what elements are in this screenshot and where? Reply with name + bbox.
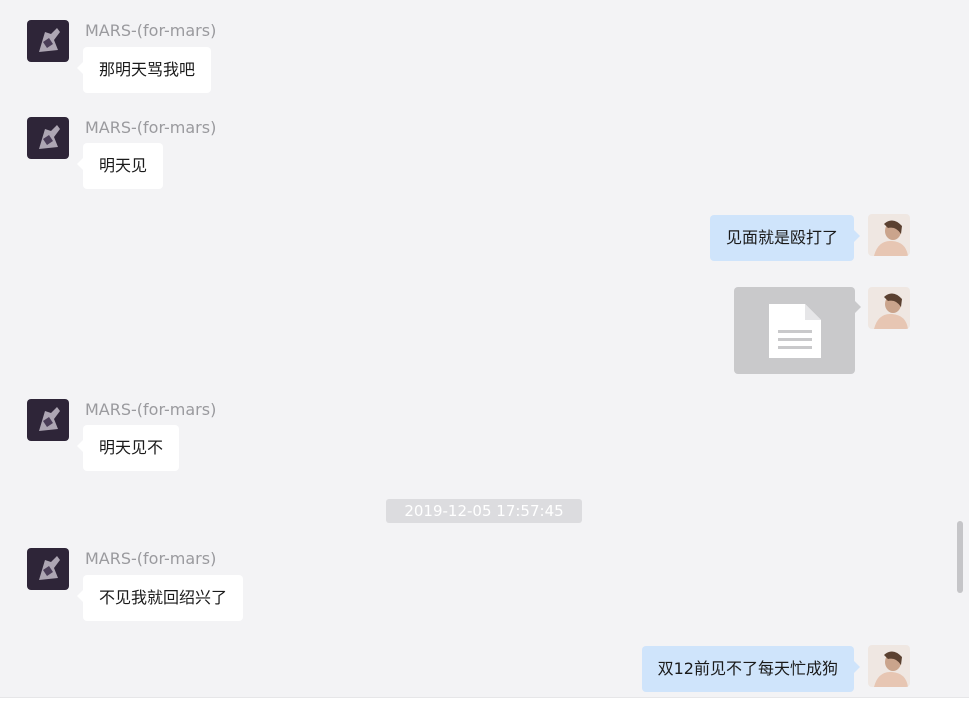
photo-avatar-icon [868, 645, 910, 687]
sender-avatar[interactable] [27, 548, 69, 590]
sender-avatar[interactable] [27, 20, 69, 62]
sender-name: MARS-(for-mars) [85, 21, 217, 40]
chat-message-list[interactable]: MARS-(for-mars) 那明天骂我吧 MARS-(for-mars) 明… [0, 0, 969, 697]
scrollbar-thumb[interactable] [957, 521, 963, 593]
sender-name: MARS-(for-mars) [85, 400, 217, 419]
timestamp-divider: 2019-12-05 17:57:45 [386, 499, 582, 523]
message-bubble[interactable]: 那明天骂我吧 [76, 47, 212, 93]
sender-avatar[interactable] [27, 399, 69, 441]
sender-name: MARS-(for-mars) [85, 118, 217, 137]
my-avatar[interactable] [868, 287, 910, 329]
dark-avatar-icon [27, 20, 69, 62]
my-avatar[interactable] [868, 214, 910, 256]
message-bubble-outgoing[interactable]: 见面就是殴打了 [709, 215, 861, 261]
message-bubble[interactable]: 明天见不 [76, 425, 180, 471]
document-icon [769, 304, 821, 358]
message-bubble-outgoing[interactable]: 双12前见不了每天忙成狗 [641, 646, 861, 692]
message-bubble[interactable]: 不见我就回绍兴了 [76, 575, 244, 621]
dark-avatar-icon [27, 399, 69, 441]
dark-avatar-icon [27, 117, 69, 159]
file-attachment[interactable] [734, 287, 861, 374]
sender-name: MARS-(for-mars) [85, 549, 217, 568]
sender-avatar[interactable] [27, 117, 69, 159]
photo-avatar-icon [868, 287, 910, 329]
dark-avatar-icon [27, 548, 69, 590]
my-avatar[interactable] [868, 645, 910, 687]
input-area-edge [0, 697, 969, 718]
message-bubble[interactable]: 明天见 [76, 143, 164, 189]
photo-avatar-icon [868, 214, 910, 256]
